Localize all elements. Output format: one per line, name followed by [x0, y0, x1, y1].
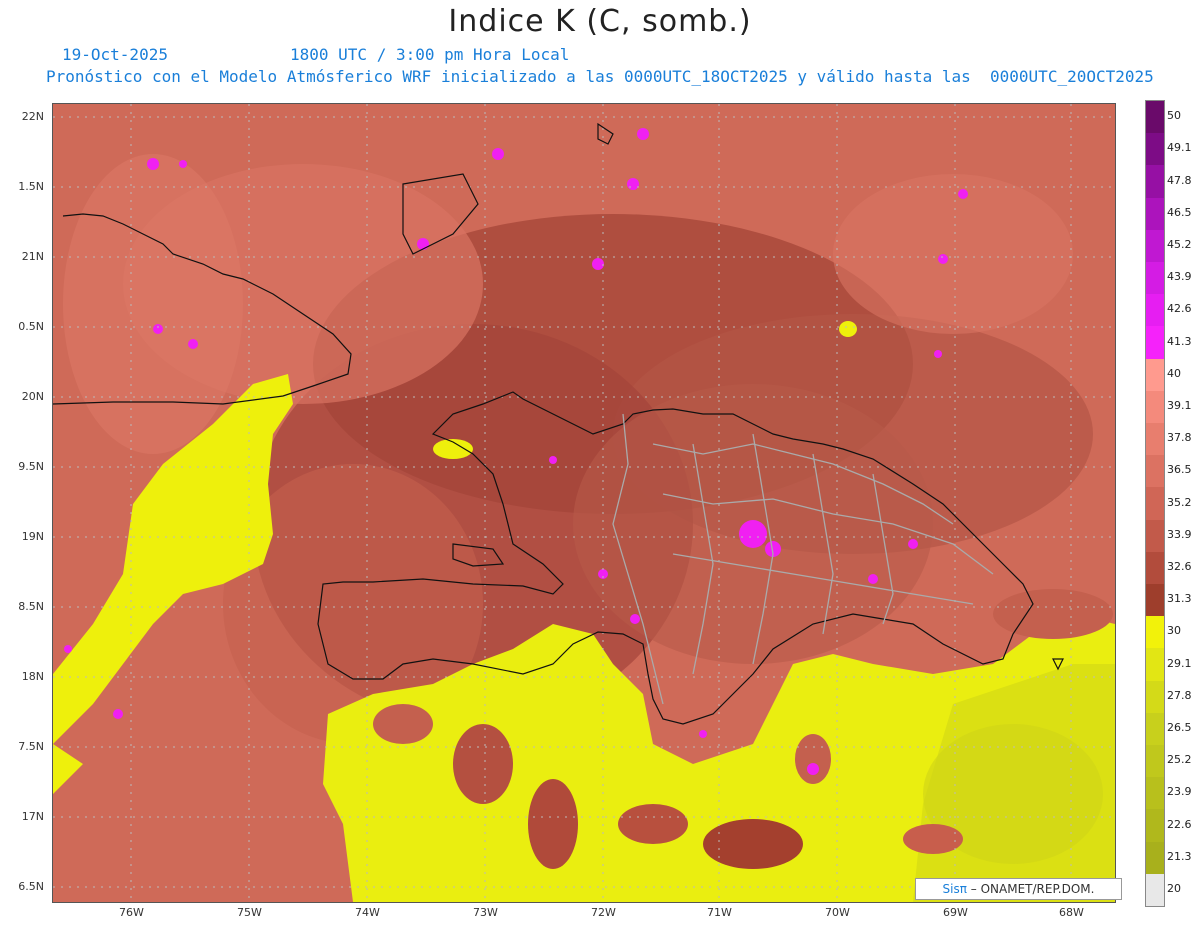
colorbar-swatch: [1146, 229, 1164, 263]
colorbar-tick-label: 20: [1167, 881, 1181, 895]
colorbar-tick-label: 33.9: [1167, 527, 1192, 541]
lon-label: 76W: [119, 906, 144, 919]
colorbar-tick-label: 42.6: [1167, 302, 1192, 316]
colorbar-swatch: [1146, 519, 1164, 553]
colorbar: [1145, 100, 1165, 907]
valid-time: 1800 UTC / 3:00 pm Hora Local: [290, 45, 570, 64]
colorbar-tick-label: 45.2: [1167, 237, 1192, 251]
colorbar-tick-label: 35.2: [1167, 495, 1192, 509]
colorbar-tick-label: 30: [1167, 624, 1181, 638]
colorbar-tick-label: 50: [1167, 109, 1181, 123]
colorbar-tick-label: 49.1: [1167, 141, 1192, 155]
colorbar-tick-label: 22.6: [1167, 817, 1192, 831]
colorbar-tick-label: 41.3: [1167, 334, 1192, 348]
lat-label: 8.5N: [18, 600, 44, 613]
colorbar-tick-label: 47.8: [1167, 173, 1192, 187]
credit-brand: Sisπ: [942, 882, 967, 896]
lat-label: 7.5N: [18, 740, 44, 753]
lat-label: 0.5N: [18, 320, 44, 333]
colorbar-tick-label: 39.1: [1167, 398, 1192, 412]
colorbar-swatch: [1146, 133, 1164, 166]
colorbar-swatch: [1146, 551, 1164, 585]
colorbar-swatch: [1146, 423, 1164, 456]
colorbar-swatch: [1146, 165, 1164, 199]
colorbar-swatch: [1146, 262, 1164, 295]
colorbar-tick-label: 43.9: [1167, 270, 1192, 284]
colorbar-tick-label: 46.5: [1167, 205, 1192, 219]
credit-box: Sisπ – ONAMET/REP.DOM.: [915, 878, 1122, 900]
map-title: Indice K (C, somb.): [448, 4, 752, 39]
lat-label: 19N: [21, 530, 44, 543]
colorbar-swatch: [1146, 712, 1164, 746]
colorbar-tick-label: 29.1: [1167, 656, 1192, 670]
colorbar-tick-label: 25.2: [1167, 753, 1192, 767]
lat-label: 22N: [21, 110, 44, 123]
credit-org: – ONAMET/REP.DOM.: [966, 882, 1095, 896]
colorbar-swatch: [1146, 101, 1164, 134]
lon-label: 71W: [707, 906, 732, 919]
forecast-date: 19-Oct-2025: [62, 45, 168, 64]
colorbar-swatch: [1146, 487, 1164, 521]
colorbar-tick-label: 36.5: [1167, 463, 1192, 477]
colorbar-swatch: [1146, 455, 1164, 488]
colorbar-swatch: [1146, 197, 1164, 231]
lon-label: 73W: [473, 906, 498, 919]
colorbar-swatch: [1146, 873, 1164, 907]
lat-label: 20N: [21, 390, 44, 403]
colorbar-swatch: [1146, 745, 1164, 778]
lon-label: 68W: [1059, 906, 1084, 919]
lon-label: 69W: [943, 906, 968, 919]
lat-label: 18N: [21, 670, 44, 683]
colorbar-tick-label: 37.8: [1167, 431, 1192, 445]
lat-label: 17N: [21, 810, 44, 823]
lat-label: 9.5N: [18, 460, 44, 473]
model-info: Pronóstico con el Modelo Atmósferico WRF…: [46, 67, 1154, 86]
colorbar-swatch: [1146, 680, 1164, 714]
colorbar-swatch: [1146, 841, 1164, 875]
colorbar-swatch: [1146, 777, 1164, 810]
colorbar-tick-label: 23.9: [1167, 785, 1192, 799]
k-index-map: [52, 103, 1116, 903]
map-canvas: [53, 104, 1115, 902]
colorbar-tick-label: 26.5: [1167, 720, 1192, 734]
lat-label: 1.5N: [18, 180, 44, 193]
lon-label: 75W: [237, 906, 262, 919]
colorbar-tick-label: 31.3: [1167, 592, 1192, 606]
colorbar-swatch: [1146, 358, 1164, 392]
lat-label: 21N: [21, 250, 44, 263]
lon-label: 70W: [825, 906, 850, 919]
colorbar-swatch: [1146, 616, 1164, 649]
colorbar-swatch: [1146, 326, 1164, 360]
colorbar-swatch: [1146, 648, 1164, 682]
lon-label: 72W: [591, 906, 616, 919]
colorbar-tick-label: 21.3: [1167, 849, 1192, 863]
colorbar-swatch: [1146, 294, 1164, 327]
colorbar-swatch: [1146, 584, 1164, 617]
colorbar-tick-label: 32.6: [1167, 559, 1192, 573]
colorbar-tick-label: 27.8: [1167, 688, 1192, 702]
colorbar-tick-label: 40: [1167, 366, 1181, 380]
lat-label: 6.5N: [18, 880, 44, 893]
lon-label: 74W: [355, 906, 380, 919]
colorbar-swatch: [1146, 809, 1164, 843]
colorbar-swatch: [1146, 390, 1164, 424]
